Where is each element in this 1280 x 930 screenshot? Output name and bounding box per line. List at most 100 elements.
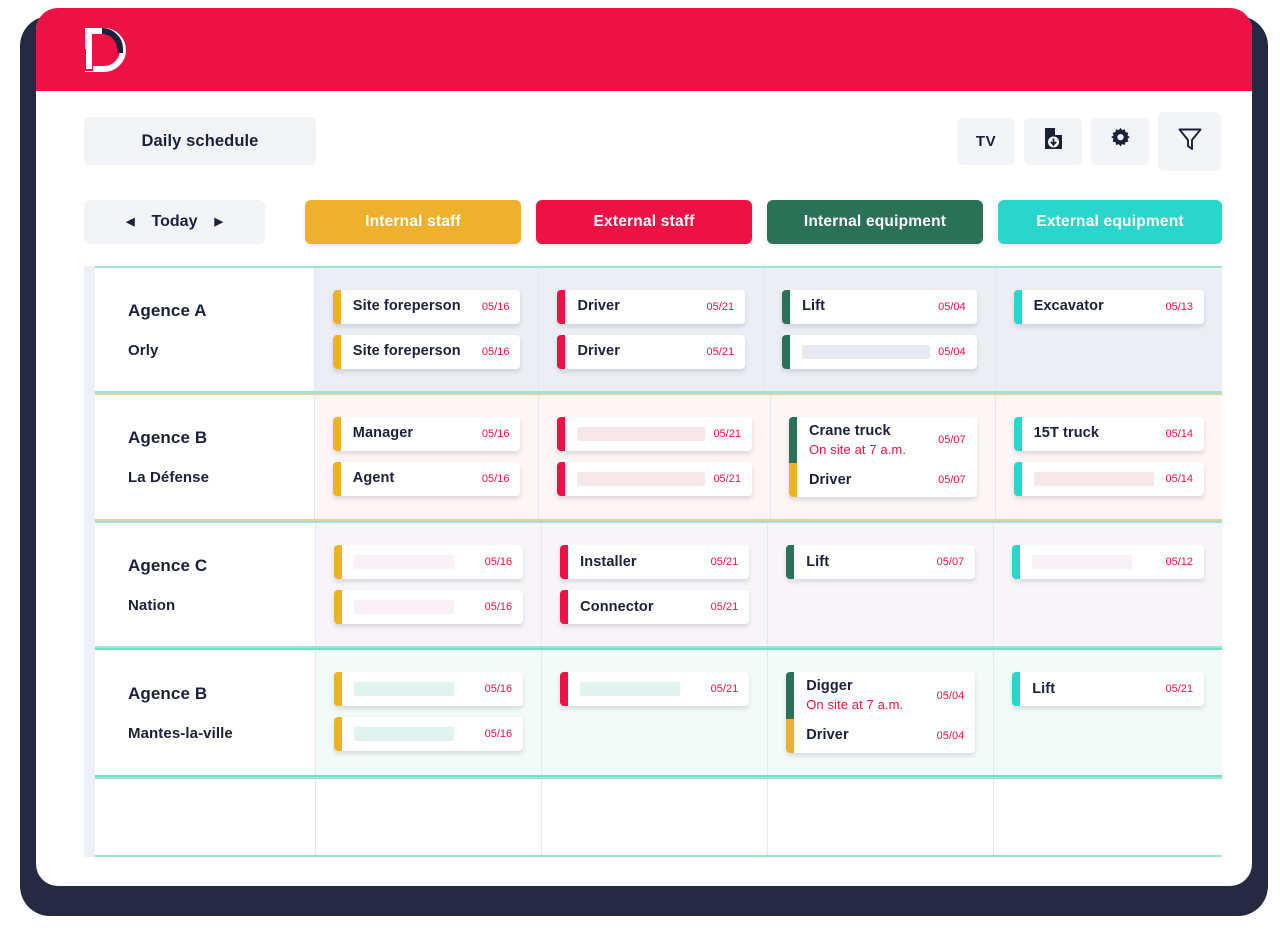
agency-name: Agence B — [128, 683, 208, 703]
schedule-cell[interactable]: Lift 05/07 — [768, 523, 995, 647]
card-body: Driver 05/04 — [794, 719, 975, 753]
filter-button[interactable] — [1158, 111, 1221, 171]
gear-icon — [1109, 127, 1132, 155]
card-color-bar — [788, 417, 797, 464]
schedule-cell[interactable] — [542, 778, 769, 855]
card-texts: Digger On site at 7 a.m. — [806, 672, 928, 718]
card-date: 05/16 — [484, 556, 513, 569]
card-body: Agent 05/16 — [341, 462, 521, 496]
card-color-bar — [332, 462, 341, 496]
card-label-placeholder — [577, 427, 706, 441]
tab-external-staff[interactable]: External staff — [536, 200, 752, 244]
schedule-cell[interactable]: Manager 05/16 Agent 05/16 — [314, 395, 540, 520]
tab-internal-equipment[interactable]: Internal equipment — [767, 200, 983, 244]
card-date: 05/07 — [938, 434, 966, 447]
card-color-bar — [1012, 545, 1021, 580]
date-navigator[interactable]: ◀ Today ▶ — [84, 200, 265, 244]
assignment-card[interactable]: 05/16 — [334, 672, 524, 707]
schedule-cell[interactable]: Driver 05/21 Driver 05/21 — [539, 268, 765, 391]
schedule-cell[interactable]: Lift 05/21 — [994, 650, 1222, 775]
assignment-card[interactable]: Site foreperson 05/16 — [332, 290, 521, 324]
card-color-bar — [332, 335, 341, 369]
card-color-bar — [788, 463, 797, 498]
card-color-bar — [332, 290, 341, 324]
agency-cell: Agence B Mantes-la-ville — [95, 650, 317, 775]
assignment-card[interactable]: 05/16 — [334, 545, 524, 580]
assignment-card[interactable]: Driver 05/21 — [557, 335, 746, 369]
assignment-card[interactable]: Lift 05/21 — [1012, 672, 1204, 707]
schedule-cell[interactable]: 05/16 05/16 — [316, 650, 543, 775]
card-color-bar — [557, 462, 566, 496]
schedule-cell[interactable]: Lift 05/04 05/04 — [764, 268, 996, 391]
assignment-card[interactable]: 05/16 — [334, 717, 524, 752]
tv-label: TV — [975, 132, 997, 150]
schedule-cell[interactable]: 15T truck 05/14 05/14 — [995, 395, 1222, 520]
assignment-card[interactable]: Driver 05/04 — [786, 718, 976, 753]
card-color-bar — [334, 590, 343, 625]
export-button[interactable] — [1024, 117, 1082, 165]
schedule-cell[interactable]: Installer 05/21 Connector 05/21 — [542, 523, 769, 647]
tab-internal-staff[interactable]: Internal staff — [305, 200, 521, 244]
assignment-card[interactable]: 05/21 — [560, 672, 750, 707]
assignment-card[interactable]: 05/04 — [782, 335, 977, 369]
assignment-card[interactable]: Lift 05/04 — [782, 290, 977, 324]
card-color-bar — [1013, 290, 1022, 324]
assignment-card-wrap: Agent 05/16 — [332, 462, 521, 496]
funnel-icon — [1177, 126, 1203, 157]
assignment-card[interactable]: 15T truck 05/14 — [1013, 417, 1204, 451]
schedule-cell[interactable]: Site foreperson 05/16 Site foreperson 05/16 — [314, 268, 540, 391]
schedule-cell[interactable]: Crane truck On site at 7 a.m. 05/07 Driver 0… — [770, 395, 996, 520]
card-texts — [1032, 550, 1157, 574]
assignment-card[interactable]: Crane truck On site at 7 a.m. 05/07 — [788, 417, 977, 464]
assignment-card[interactable]: 05/16 — [334, 590, 524, 625]
tv-button[interactable]: TV — [957, 117, 1015, 165]
card-body: Driver 05/21 — [565, 335, 745, 369]
assignment-card[interactable]: 05/21 — [557, 417, 752, 451]
tab-external-equipment[interactable]: External equipment — [998, 200, 1222, 244]
assignment-card[interactable]: Driver 05/21 — [557, 290, 746, 324]
schedule-cell[interactable]: 05/21 05/21 — [539, 395, 771, 520]
settings-button[interactable] — [1091, 117, 1149, 165]
card-body: Lift 05/04 — [790, 290, 977, 324]
schedule-cell[interactable]: Digger On site at 7 a.m. 05/04 Driver 05/04 — [768, 650, 995, 775]
card-label-placeholder — [354, 682, 455, 697]
schedule-cell[interactable]: Excavator 05/13 — [995, 268, 1222, 391]
assignment-card[interactable]: Manager 05/16 — [332, 417, 521, 451]
card-texts — [577, 467, 706, 491]
card-color-bar — [334, 672, 343, 707]
card-body: Excavator 05/13 — [1022, 290, 1204, 324]
assignment-card-wrap: 05/21 — [560, 672, 750, 707]
card-texts — [354, 677, 476, 701]
assignment-card[interactable]: Installer 05/21 — [560, 545, 750, 580]
schedule-cell[interactable]: 05/16 05/16 — [316, 523, 543, 647]
assignment-card[interactable]: 05/12 — [1012, 545, 1204, 580]
assignment-card[interactable]: Connector 05/21 — [560, 590, 750, 625]
agency-location: Nation — [128, 596, 176, 614]
assignment-card[interactable]: Driver 05/07 — [788, 463, 977, 498]
schedule-cell[interactable] — [994, 778, 1222, 855]
assignment-card[interactable]: Agent 05/16 — [332, 462, 521, 496]
assignment-card[interactable]: Lift 05/07 — [786, 545, 976, 580]
schedule-cell[interactable] — [316, 778, 543, 855]
card-body: Connector 05/21 — [568, 590, 749, 624]
assignment-card-wrap: 05/14 — [1013, 462, 1204, 496]
assignment-card[interactable]: Digger On site at 7 a.m. 05/04 — [786, 672, 976, 719]
assignment-card[interactable]: 05/14 — [1013, 462, 1204, 496]
chevron-right-icon[interactable]: ▶ — [214, 216, 222, 228]
card-date: 05/16 — [484, 683, 513, 696]
schedule-cell[interactable] — [768, 778, 995, 855]
card-color-bar — [557, 335, 566, 369]
card-label: Lift — [806, 553, 830, 570]
assignment-card[interactable]: Excavator 05/13 — [1013, 290, 1204, 324]
schedule-cell[interactable]: 05/12 — [994, 523, 1222, 647]
card-label: Lift — [1032, 680, 1056, 697]
assignment-card[interactable]: Site foreperson 05/16 — [332, 335, 521, 369]
chevron-left-icon[interactable]: ◀ — [126, 216, 134, 228]
schedule-cell[interactable]: 05/21 — [542, 650, 769, 775]
card-texts: Lift — [806, 548, 928, 578]
assignment-card-wrap: 05/21 — [557, 417, 752, 451]
assignment-card[interactable]: 05/21 — [557, 462, 752, 496]
card-color-bar — [560, 672, 569, 707]
card-label-placeholder — [802, 345, 931, 359]
assignment-card-wrap: 05/16 — [334, 590, 524, 625]
